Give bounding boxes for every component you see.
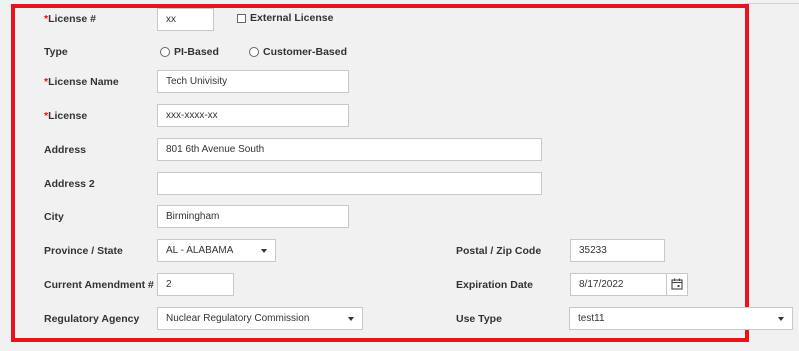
chevron-down-icon <box>261 249 267 253</box>
province-state-label: Province / State <box>44 245 123 257</box>
top-divider <box>745 3 799 4</box>
external-license-checkbox[interactable] <box>237 14 246 23</box>
license-number-label: *License # <box>44 13 96 25</box>
chevron-down-icon <box>778 317 784 321</box>
province-state-value: AL - ALABAMA <box>166 245 234 256</box>
current-amendment-label: Current Amendment # <box>44 279 154 291</box>
postal-zip-input[interactable]: 35233 <box>570 239 665 262</box>
expiration-date-input[interactable]: 8/17/2022 <box>570 273 667 296</box>
pi-based-label: PI-Based <box>174 46 219 58</box>
expiration-date-label: Expiration Date <box>456 279 534 291</box>
city-input[interactable]: Birmingham <box>157 205 349 228</box>
chevron-down-icon <box>348 317 354 321</box>
license-label: *License <box>44 110 88 122</box>
address-label: Address <box>44 144 87 156</box>
use-type-select[interactable]: test11 <box>569 307 793 330</box>
license-name-input[interactable]: Tech Univisity <box>157 70 349 93</box>
calendar-button[interactable] <box>666 273 688 296</box>
province-state-select[interactable]: AL - ALABAMA <box>157 239 276 262</box>
pi-based-radio[interactable] <box>160 47 170 57</box>
city-label: City <box>44 211 64 223</box>
license-input[interactable]: xxx-xxxx-xx <box>157 104 349 127</box>
current-amendment-input[interactable]: 2 <box>157 273 234 296</box>
customer-based-radio[interactable] <box>249 47 259 57</box>
type-label: Type <box>44 46 68 58</box>
customer-based-label: Customer-Based <box>263 46 348 58</box>
use-type-value: test11 <box>578 313 605 324</box>
calendar-icon <box>671 278 683 290</box>
regulatory-agency-value: Nuclear Regulatory Commission <box>166 313 310 324</box>
regulatory-agency-select[interactable]: Nuclear Regulatory Commission <box>157 307 363 330</box>
address2-label: Address 2 <box>44 178 95 190</box>
external-license-label: External License <box>250 12 334 24</box>
address2-input[interactable] <box>157 172 542 195</box>
postal-zip-label: Postal / Zip Code <box>456 245 542 257</box>
license-number-input[interactable]: xx <box>157 8 214 31</box>
address-input[interactable]: 801 6th Avenue South <box>157 138 542 161</box>
license-name-label: *License Name <box>44 76 119 88</box>
use-type-label: Use Type <box>456 313 502 325</box>
regulatory-agency-label: Regulatory Agency <box>44 313 140 325</box>
